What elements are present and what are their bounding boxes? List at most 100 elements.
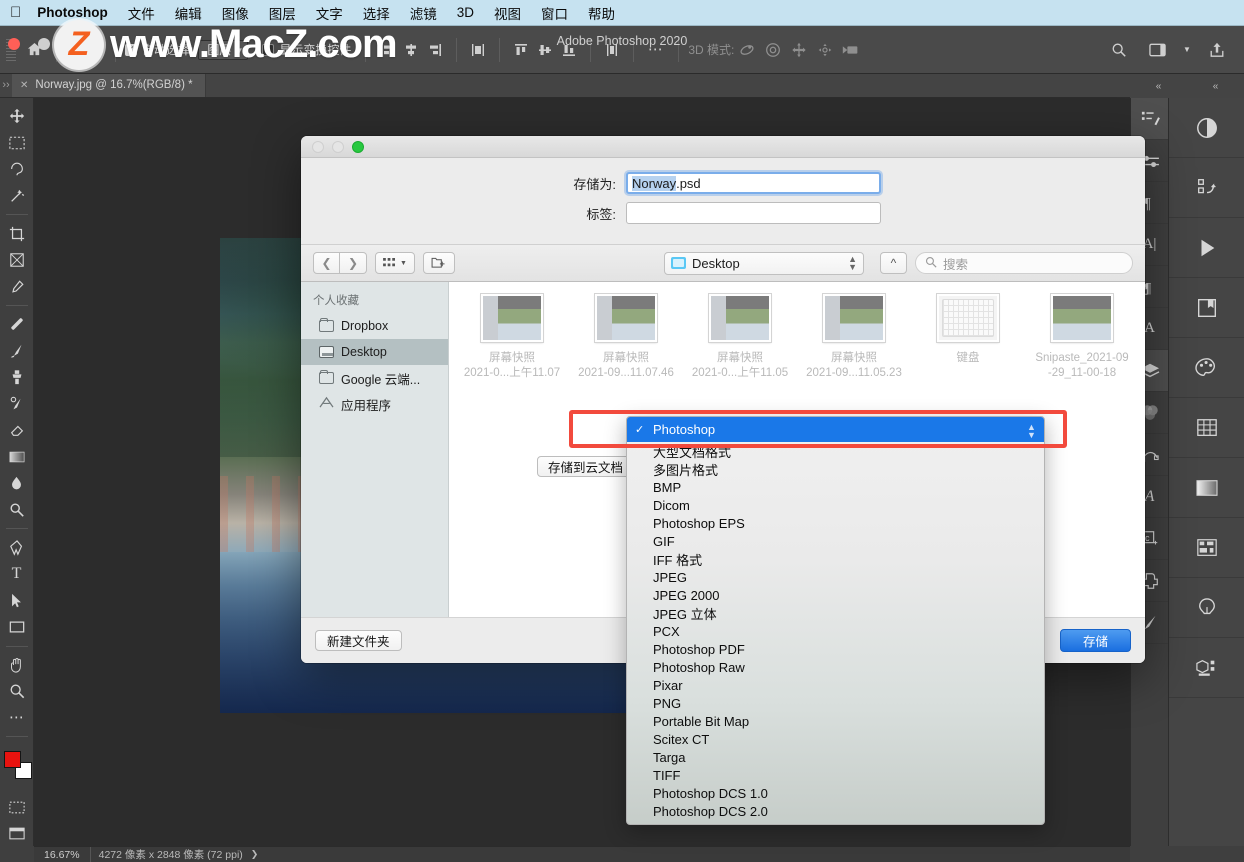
- menubar-item-edit[interactable]: 编辑: [175, 3, 202, 23]
- hand-tool-icon[interactable]: [2, 653, 32, 678]
- format-option[interactable]: PCX: [627, 622, 1044, 640]
- actions-icon[interactable]: [1131, 98, 1168, 140]
- history-brush-tool-icon[interactable]: [2, 392, 32, 417]
- file-item[interactable]: 屏幕快照 2021-0...上午11.07: [455, 294, 569, 381]
- share-icon[interactable]: [1204, 37, 1230, 63]
- format-option[interactable]: JPEG 2000: [627, 586, 1044, 604]
- format-option[interactable]: Photoshop Raw: [627, 658, 1044, 676]
- foreground-color-swatch[interactable]: [3, 751, 21, 769]
- format-option[interactable]: BMP: [627, 478, 1044, 496]
- marquee-tool-icon[interactable]: [2, 131, 32, 156]
- layer-comps-icon[interactable]: [1169, 278, 1244, 338]
- format-option[interactable]: 多图片格式: [627, 460, 1044, 478]
- color-panel-icon[interactable]: [1169, 338, 1244, 398]
- chevron-up-icon[interactable]: ^: [880, 252, 907, 274]
- camera-3d-icon[interactable]: [838, 37, 864, 63]
- eyedropper-tool-icon[interactable]: [2, 274, 32, 299]
- path-selection-tool-icon[interactable]: [2, 589, 32, 614]
- file-item[interactable]: 屏幕快照 2021-09...11.07.46: [569, 294, 683, 381]
- menubar-item-view[interactable]: 视图: [494, 3, 521, 23]
- format-option[interactable]: Photoshop DCS 2.0: [627, 802, 1044, 820]
- menubar-item-file[interactable]: 文件: [128, 3, 155, 23]
- sidebar-item-google-drive[interactable]: Google 云端...: [301, 365, 448, 391]
- menubar-item-3d[interactable]: 3D: [457, 5, 474, 20]
- file-item[interactable]: 屏幕快照 2021-09...11.05.23: [797, 294, 911, 381]
- home-icon[interactable]: [21, 37, 47, 63]
- search-icon[interactable]: [1106, 37, 1132, 63]
- lasso-tool-icon[interactable]: [2, 157, 32, 182]
- format-option[interactable]: Photoshop DCS 1.0: [627, 784, 1044, 802]
- clone-stamp-tool-icon[interactable]: [2, 365, 32, 390]
- menubar-app-name[interactable]: Photoshop: [37, 5, 108, 20]
- swatches-icon[interactable]: [1169, 398, 1244, 458]
- patterns-icon[interactable]: [1169, 518, 1244, 578]
- align-center-h-icon[interactable]: [399, 38, 423, 62]
- format-dropdown-menu[interactable]: ✓ Photoshop ▲ ▼ 大型文档格式 多图片格式 BMP Dicom Ph…: [626, 416, 1045, 825]
- format-option[interactable]: TIFF: [627, 766, 1044, 784]
- align-left-icon[interactable]: [375, 38, 399, 62]
- format-option[interactable]: 大型文档格式: [627, 442, 1044, 460]
- double-chevron-left-icon-2[interactable]: «: [1187, 74, 1244, 98]
- apple-icon[interactable]: : [10, 5, 21, 20]
- frame-tool-icon[interactable]: [2, 248, 32, 273]
- close-icon[interactable]: ✕: [20, 80, 28, 91]
- show-transform-checkbox[interactable]: [262, 43, 275, 56]
- options-bar-grip[interactable]: [6, 38, 16, 61]
- magic-wand-tool-icon[interactable]: [2, 184, 32, 209]
- chevron-down-icon[interactable]: ▼: [1182, 37, 1192, 63]
- adjustments-panel-icon[interactable]: [1169, 98, 1244, 158]
- 3d-panel-icon[interactable]: [1169, 638, 1244, 698]
- format-option[interactable]: Scitex CT: [627, 730, 1044, 748]
- align-middle-v-icon[interactable]: [533, 38, 557, 62]
- chevron-left-icon[interactable]: ❮: [313, 252, 340, 274]
- zoom-level[interactable]: 16.67%: [34, 846, 91, 862]
- ellipsis-icon[interactable]: ⋯: [643, 37, 669, 63]
- format-option[interactable]: IFF 格式: [627, 550, 1044, 568]
- sidebar-item-applications[interactable]: 应用程序: [301, 391, 448, 417]
- format-option[interactable]: Targa: [627, 748, 1044, 766]
- actions-play-icon[interactable]: [1169, 218, 1244, 278]
- close-button[interactable]: [312, 140, 324, 153]
- grid-view-icon[interactable]: ▼: [375, 252, 415, 274]
- format-option[interactable]: GIF: [627, 532, 1044, 550]
- menubar-item-help[interactable]: 帮助: [588, 3, 615, 23]
- save-to-cloud-button[interactable]: 存储到云文档: [537, 456, 635, 477]
- color-swatches[interactable]: [2, 749, 32, 780]
- format-option[interactable]: JPEG 立体: [627, 604, 1044, 622]
- format-option[interactable]: Pixar: [627, 676, 1044, 694]
- brush-tool-icon[interactable]: [2, 338, 32, 363]
- menubar-item-image[interactable]: 图像: [222, 3, 249, 23]
- search-input[interactable]: 搜索: [915, 252, 1133, 274]
- format-option[interactable]: Photoshop PDF: [627, 640, 1044, 658]
- rectangle-tool-icon[interactable]: [2, 615, 32, 640]
- pan-3d-icon[interactable]: [786, 37, 812, 63]
- dodge-tool-icon[interactable]: [2, 498, 32, 523]
- healing-brush-tool-icon[interactable]: [2, 312, 32, 337]
- format-option[interactable]: JPEG: [627, 568, 1044, 586]
- auto-select-checkbox[interactable]: ✓: [125, 43, 137, 56]
- menubar-item-filter[interactable]: 滤镜: [410, 3, 437, 23]
- slide-3d-icon[interactable]: [812, 37, 838, 63]
- dialog-titlebar[interactable]: [301, 136, 1145, 158]
- format-option[interactable]: Dicom: [627, 496, 1044, 514]
- blur-tool-icon[interactable]: [2, 471, 32, 496]
- workspace-icon[interactable]: [1144, 37, 1170, 63]
- format-option-selected[interactable]: ✓ Photoshop ▲ ▼: [627, 417, 1044, 442]
- pen-tool-icon[interactable]: [2, 535, 32, 560]
- gradients-icon[interactable]: [1169, 458, 1244, 518]
- move-tool-icon[interactable]: [2, 104, 32, 129]
- format-option[interactable]: PNG: [627, 694, 1044, 712]
- chevron-right-icon[interactable]: ❯: [340, 252, 367, 274]
- file-item[interactable]: 键盘: [911, 294, 1025, 381]
- tags-input[interactable]: [626, 202, 881, 224]
- orbit-3d-icon[interactable]: [734, 37, 760, 63]
- menubar-item-type[interactable]: 文字: [316, 3, 343, 23]
- menubar-item-select[interactable]: 选择: [363, 3, 390, 23]
- location-dropdown[interactable]: Desktop ▲ ▼: [664, 251, 864, 275]
- sidebar-item-dropbox[interactable]: Dropbox: [301, 313, 448, 339]
- distribute-h-icon[interactable]: [466, 38, 490, 62]
- auto-select-dropdown[interactable]: 图层 ▼: [198, 39, 249, 60]
- file-item[interactable]: Snipaste_2021-09 -29_11-00-18: [1025, 294, 1139, 381]
- align-right-icon[interactable]: [423, 38, 447, 62]
- more-tools-icon[interactable]: ⋯: [2, 706, 32, 731]
